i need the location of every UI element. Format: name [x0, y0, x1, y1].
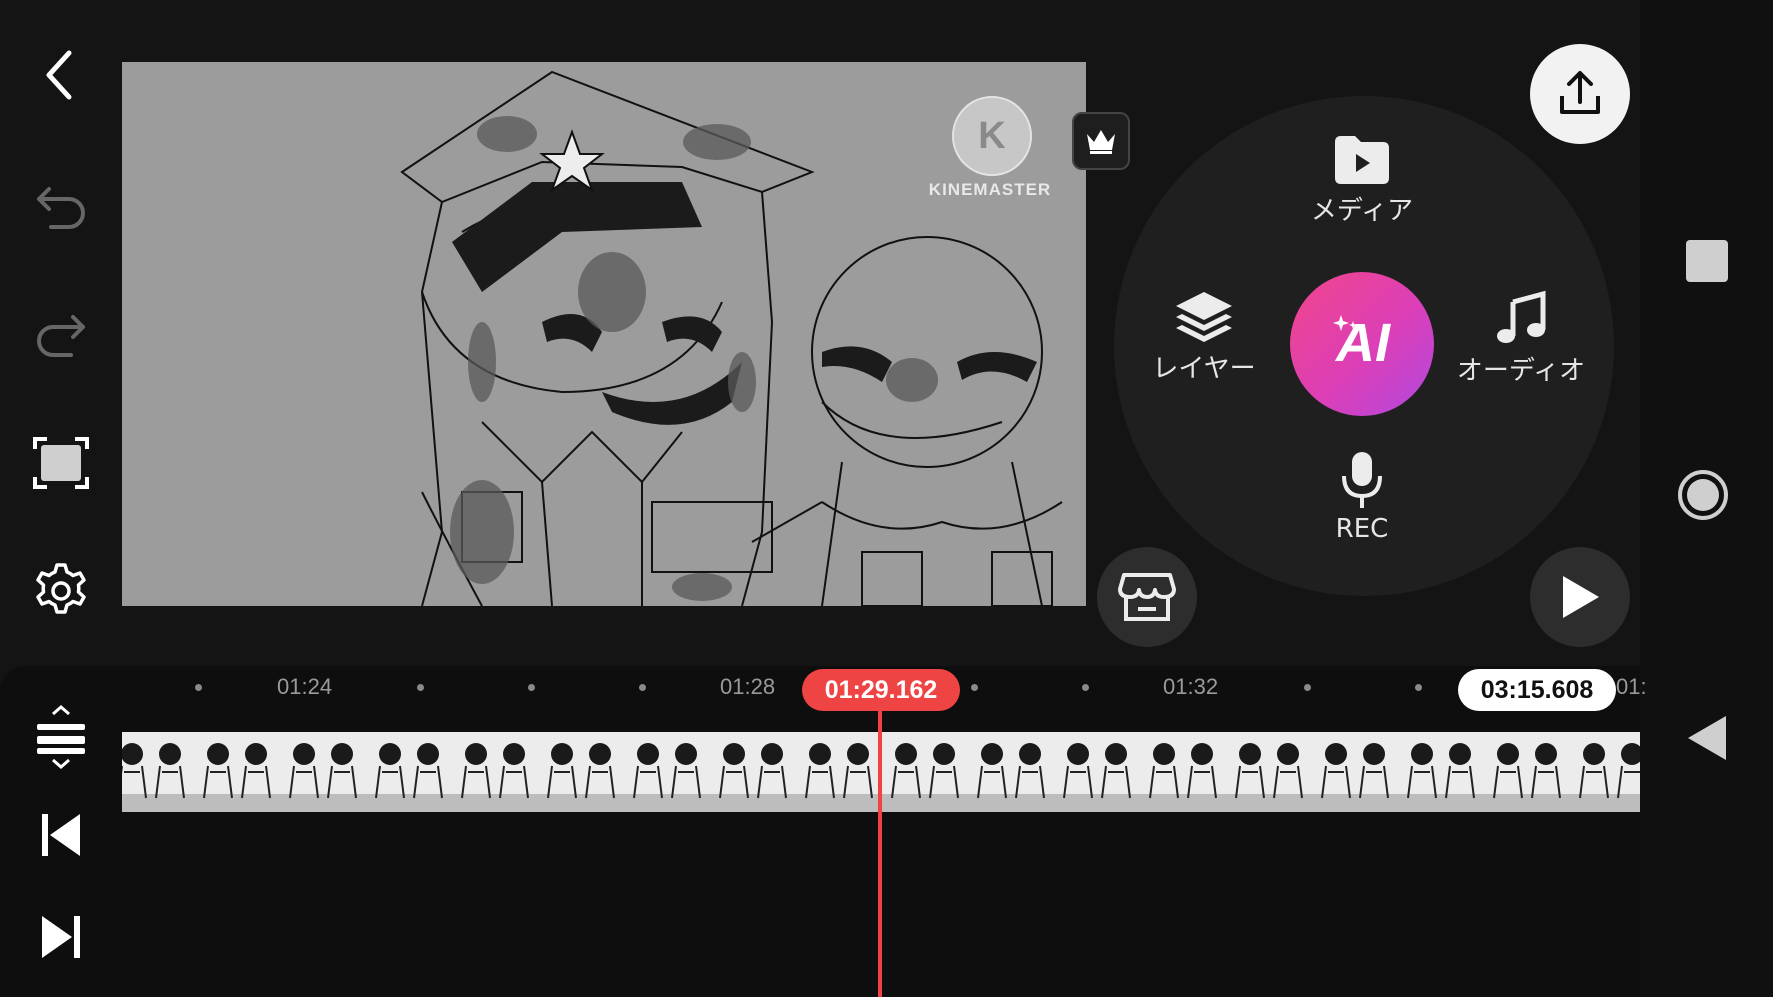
ai-button[interactable]: AI: [1290, 272, 1434, 416]
media-button[interactable]: メディア: [1296, 134, 1428, 227]
microphone-icon: [1342, 452, 1382, 508]
current-time-badge: 01:29.162: [802, 669, 960, 711]
layer-label: レイヤー: [1152, 354, 1256, 384]
media-label: メディア: [1310, 196, 1414, 226]
back-button[interactable]: [22, 36, 100, 114]
ruler-dot: [195, 684, 202, 691]
share-upload-icon: [1560, 71, 1600, 114]
ruler-tick: 01:32: [1163, 674, 1219, 699]
play-button[interactable]: [1530, 547, 1630, 647]
music-note-icon: [1497, 290, 1546, 343]
rec-button[interactable]: REC: [1310, 450, 1414, 544]
fullscreen-icon: [33, 437, 89, 489]
track-height-button[interactable]: [26, 702, 96, 772]
rec-label: REC: [1335, 514, 1389, 544]
system-nav-bar: [1640, 0, 1773, 997]
redo-icon: [37, 315, 85, 357]
premium-crown-button[interactable]: [1072, 112, 1130, 170]
ruler-dot: [417, 684, 424, 691]
watermark-logo: K: [952, 96, 1032, 176]
playhead-line[interactable]: [878, 670, 882, 997]
undo-button[interactable]: [22, 164, 100, 242]
skip-end-icon: [42, 916, 80, 958]
audio-label: オーディオ: [1456, 356, 1586, 386]
home-icon[interactable]: [1678, 470, 1728, 520]
jump-to-start-button[interactable]: [26, 800, 96, 870]
export-button[interactable]: [1530, 44, 1630, 144]
recent-apps-icon[interactable]: [1686, 240, 1728, 282]
back-icon: [46, 50, 72, 100]
ruler-dot: [1304, 684, 1311, 691]
expand-collapse-icon: [37, 705, 85, 769]
video-preview[interactable]: K KINEMASTER: [122, 62, 1086, 606]
redo-button[interactable]: [22, 292, 100, 370]
ruler-dot: [1415, 684, 1422, 691]
ruler-dot: [639, 684, 646, 691]
asset-store-button[interactable]: [1097, 547, 1197, 647]
preview-sketch-image: [400, 70, 1063, 606]
store-icon: [1118, 573, 1176, 621]
timeline-panel[interactable]: 01:24 01:28 01:32 01:: [0, 666, 1647, 997]
play-icon: [1563, 576, 1599, 618]
jump-to-end-button[interactable]: [26, 902, 96, 972]
media-folder-icon: [1335, 136, 1389, 184]
fullscreen-button[interactable]: [22, 424, 100, 502]
system-back-icon[interactable]: [1686, 714, 1728, 762]
settings-icon: [36, 563, 86, 614]
ruler-dot: [1082, 684, 1089, 691]
ruler-tick: 01:: [1616, 674, 1647, 699]
crown-icon: [1087, 130, 1115, 154]
layer-button[interactable]: レイヤー: [1134, 290, 1274, 385]
audio-button[interactable]: オーディオ: [1446, 290, 1596, 387]
ruler-dot: [971, 684, 978, 691]
watermark-text: KINEMASTER: [928, 180, 1052, 199]
settings-button[interactable]: [22, 552, 100, 630]
ruler-tick: 01:28: [720, 674, 776, 699]
ruler-dot: [528, 684, 535, 691]
total-duration-badge: 03:15.608: [1458, 669, 1616, 711]
layers-icon: [1176, 292, 1232, 342]
skip-start-icon: [42, 814, 80, 856]
ai-label: AI: [1336, 313, 1390, 373]
ruler-tick: 01:24: [277, 674, 333, 699]
undo-icon: [37, 187, 85, 229]
